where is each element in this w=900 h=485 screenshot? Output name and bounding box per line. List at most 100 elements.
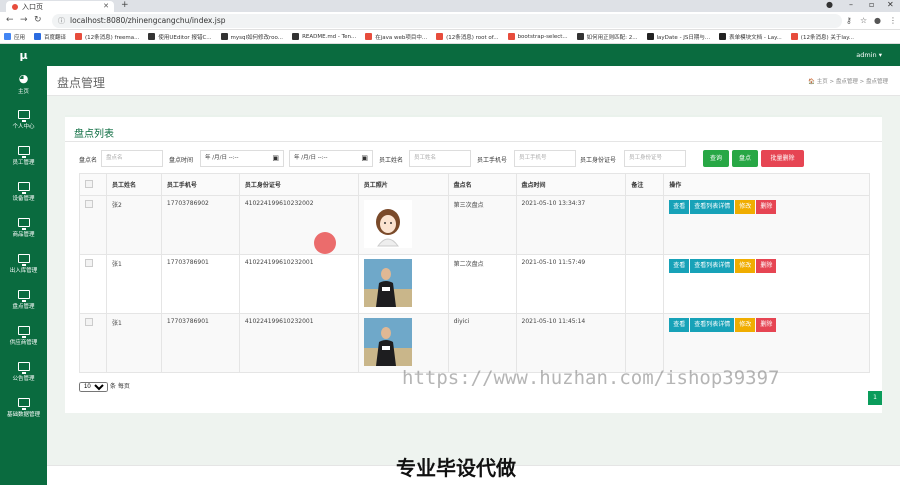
view-detail-button[interactable]: 查看列表详情 (690, 259, 735, 273)
page-size-suffix: 条 每页 (109, 383, 130, 390)
edit-button[interactable]: 修改 (735, 318, 756, 332)
bookmark-item[interactable]: layDate - JS日期与... (646, 33, 710, 41)
delete-button[interactable]: 删除 (756, 259, 777, 273)
profile-icon[interactable]: ● (826, 0, 833, 9)
cell-emp-photo (357, 313, 449, 373)
row-checkbox[interactable] (85, 259, 93, 267)
delete-button[interactable]: 删除 (756, 200, 777, 214)
cell-check-time: 2021-05-10 11:57:49 (515, 254, 627, 314)
sidebar-item[interactable]: 设备管理 (0, 174, 47, 210)
view-button[interactable]: 查看 (669, 259, 690, 273)
search-emp-id-input[interactable]: 员工身份证号 (624, 150, 686, 167)
page-size-control: 10 条 每页 (79, 381, 130, 392)
sidebar-item[interactable]: 公告管理 (0, 354, 47, 390)
page-size-select[interactable]: 10 (79, 382, 108, 392)
back-icon[interactable]: ← (6, 15, 14, 25)
row-checkbox[interactable] (85, 200, 93, 208)
data-table: 员工姓名 员工手机号 员工身份证号 员工照片 盘点名 盘点时间 备注 操作 张2… (79, 173, 870, 373)
sidebar-item[interactable]: ◕ 主页 (0, 66, 47, 102)
bookmark-icon (34, 33, 42, 40)
date-end-placeholder: 年 /月/日 --:-- (294, 155, 328, 161)
employee-photo (363, 200, 412, 248)
cell-actions: 查看 查看列表详情 修改 删除 (663, 254, 870, 314)
sidebar-item[interactable]: 员工管理 (0, 138, 47, 174)
tab-close-icon[interactable]: ✕ (103, 2, 109, 10)
view-button[interactable]: 查看 (669, 200, 690, 214)
sidebar-item[interactable]: 个人中心 (0, 102, 47, 138)
cell-note (625, 195, 665, 255)
add-button[interactable]: 盘点 (732, 150, 758, 167)
bookmark-item[interactable]: README.md - Ten... (292, 33, 356, 40)
sidebar-item-label: 个人中心 (12, 124, 35, 130)
view-detail-button[interactable]: 查看列表详情 (690, 200, 735, 214)
user-menu[interactable]: admin ▾ (856, 51, 882, 59)
bookmark-item[interactable]: 在java web项目中... (365, 33, 427, 41)
search-time-end-input[interactable]: 年 /月/日 --:-- ▣ (289, 150, 373, 167)
bookmark-item[interactable]: (12条消息) freema... (75, 33, 139, 41)
bookmark-item[interactable]: 表单模块文档 - Lay... (719, 33, 782, 41)
bookmark-label: 百度翻译 (44, 34, 67, 41)
star-icon[interactable]: ☆ (860, 16, 867, 25)
bookmark-icon (576, 33, 584, 40)
edit-button[interactable]: 修改 (735, 200, 756, 214)
sidebar-item[interactable]: 基础数据管理 (0, 390, 47, 426)
search-name-input[interactable]: 盘点名 (101, 150, 163, 167)
sidebar-item[interactable]: 出入库管理 (0, 246, 47, 282)
bookmark-item[interactable]: (12条消息) root of... (436, 33, 499, 41)
bookmark-item[interactable]: 百度翻译 (34, 33, 66, 41)
bookmark-icon (790, 33, 798, 40)
breadcrumb[interactable]: 🏠 主页 > 盘点管理 > 盘点管理 (808, 77, 888, 85)
search-time-start-input[interactable]: 年 /月/日 --:-- ▣ (200, 150, 284, 167)
batch-delete-button[interactable]: 批量删除 (761, 150, 804, 167)
maximize-icon[interactable]: ▫ (869, 0, 874, 9)
select-all-checkbox[interactable] (85, 179, 93, 188)
cell-emp-name: 张2 (105, 195, 162, 255)
search-name-label: 盘点名 (79, 157, 98, 164)
cell-note (625, 313, 665, 373)
table-header-row: 员工姓名 员工手机号 员工身份证号 员工照片 盘点名 盘点时间 备注 操作 (79, 173, 870, 196)
info-icon[interactable]: ⓘ (58, 14, 65, 28)
key-icon[interactable]: ⚷ (846, 16, 852, 25)
minimize-icon[interactable]: – (849, 0, 853, 9)
calendar-icon[interactable]: ▣ (361, 151, 368, 166)
search-emp-name-input[interactable]: 员工姓名 (409, 150, 471, 167)
calendar-icon[interactable]: ▣ (272, 151, 279, 166)
bookmark-label: 如何用正则匹配: 2... (586, 34, 638, 41)
view-button[interactable]: 查看 (669, 318, 690, 332)
search-emp-phone-input[interactable]: 员工手机号 (514, 150, 576, 167)
bookmark-item[interactable]: (12条消息) 关于lay... (790, 33, 854, 41)
menu-icon[interactable]: ⋮ (889, 16, 897, 25)
delete-button[interactable]: 删除 (756, 318, 777, 332)
sidebar-item[interactable]: 供应商管理 (0, 318, 47, 354)
edit-button[interactable]: 修改 (735, 259, 756, 273)
url-text: localhost:8080/zhinengcangchu/index.jsp (70, 16, 226, 25)
logo[interactable]: μ (0, 44, 47, 66)
close-window-icon[interactable]: ✕ (887, 0, 894, 9)
reload-icon[interactable]: ↻ (34, 15, 42, 25)
browser-tab[interactable]: 入口页 ✕ (6, 1, 114, 12)
dashboard-icon: ◕ (18, 71, 29, 85)
row-select-cell (79, 254, 107, 314)
bookmark-item[interactable]: mysql如何修改roo... (220, 33, 283, 41)
query-button[interactable]: 查询 (703, 150, 729, 167)
bookmark-item[interactable]: 应用 (4, 33, 25, 41)
new-tab-icon[interactable]: + (121, 0, 129, 10)
view-detail-button[interactable]: 查看列表详情 (690, 318, 735, 332)
sidebar-item[interactable]: 盘点管理 (0, 282, 47, 318)
avatar-icon[interactable]: ● (874, 16, 881, 25)
bookmark-item[interactable]: 使用UEditor 报错C... (148, 33, 212, 41)
bookmark-label: (12条消息) root of... (446, 34, 499, 41)
row-select-cell (79, 195, 107, 255)
sidebar-item[interactable]: 商品管理 (0, 210, 47, 246)
column-header: 备注 (625, 173, 665, 196)
column-header: 操作 (663, 173, 870, 196)
cell-emp-photo (357, 195, 449, 255)
row-checkbox[interactable] (85, 318, 93, 326)
column-header: 员工照片 (357, 173, 449, 196)
forward-icon[interactable]: → (20, 15, 28, 25)
url-field[interactable]: ⓘ localhost:8080/zhinengcangchu/index.js… (52, 14, 842, 28)
page-1-button[interactable]: 1 (868, 391, 882, 405)
bookmark-item[interactable]: 如何用正则匹配: 2... (576, 33, 638, 41)
cell-emp-phone: 17703786902 (160, 195, 240, 255)
bookmark-item[interactable]: bootstrap-select... (507, 33, 568, 40)
